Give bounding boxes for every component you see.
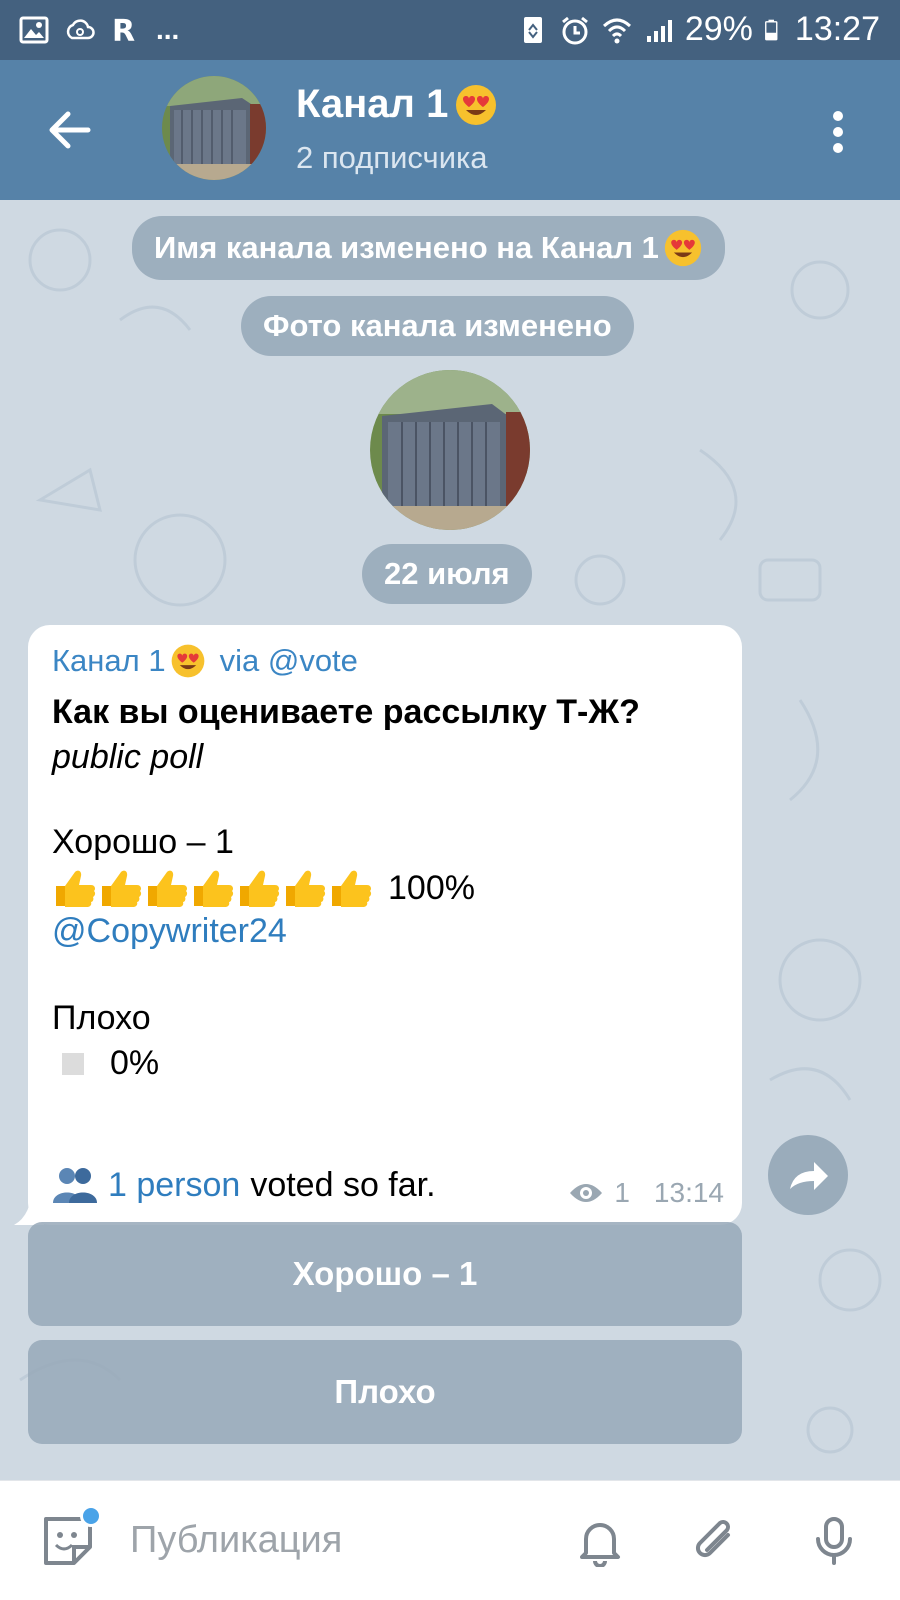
channel-title-text: Канал 1: [296, 82, 449, 126]
app-bar: Канал 1 2 подписчика: [0, 60, 900, 200]
chat-area[interactable]: Имя канала изменено на Канал 1 Фото кана…: [0, 200, 900, 1480]
garage-photo: [370, 370, 530, 530]
poll-option-1-percent: 100%: [388, 868, 475, 907]
message-header: Канал 1 via @vote: [52, 643, 718, 679]
cloud-sync-icon: [66, 19, 95, 40]
service-photo-changed: Фото канала изменено: [241, 296, 634, 356]
battery-percent: 29%: [684, 10, 753, 48]
heart-eyes-emoji-icon: [456, 84, 497, 125]
poll-message[interactable]: Канал 1 via @vote Как вы оцениваете расс…: [28, 625, 742, 1225]
battery-icon: [764, 19, 778, 40]
service-name-changed-text: Имя канала изменено на Канал 1: [154, 230, 659, 265]
voters-count-link[interactable]: 1 person: [108, 1166, 240, 1205]
forward-arrow-icon: [790, 1162, 828, 1190]
poll-option-2-label: Плохо: [52, 999, 151, 1037]
garage-photo: [162, 76, 266, 180]
gallery-icon: [19, 16, 49, 44]
thumbs-up-bar: [52, 866, 374, 910]
voters-suffix: voted so far.: [250, 1165, 436, 1204]
channel-subscribers: 2 подписчика: [296, 140, 488, 175]
message-author[interactable]: Канал 1: [52, 643, 166, 679]
via-bot-link[interactable]: via @vote: [220, 643, 358, 679]
thumbs-up-icon-row: [56, 870, 372, 907]
date-separator: 22 июля: [362, 544, 532, 604]
poll-option-1-label: Хорошо – 1: [52, 823, 234, 861]
empty-bar-square: [62, 1052, 84, 1075]
poll-type: public poll: [52, 738, 204, 776]
heart-eyes-emoji-icon: [171, 644, 204, 678]
back-arrow-icon[interactable]: [44, 104, 96, 156]
compose-bar: Публикация: [0, 1480, 900, 1600]
share-button[interactable]: [768, 1135, 848, 1215]
views-eye-icon: [570, 1184, 603, 1202]
poll-question: Как вы оцениваете рассылку Т-Ж?: [52, 693, 640, 731]
app-r-icon: R: [112, 14, 135, 46]
poll-option-1-bar: 100%: [52, 866, 718, 910]
status-ellipsis: ...: [156, 14, 180, 45]
channel-title[interactable]: Канал 1: [296, 82, 498, 127]
svg-text:R: R: [112, 14, 135, 46]
more-vertical-icon[interactable]: [832, 110, 844, 154]
views-count: 1: [614, 1177, 630, 1208]
poll-option-2-bar: 0%: [52, 1044, 718, 1083]
message-time: 13:14: [653, 1177, 724, 1208]
alarm-icon: [561, 16, 588, 44]
clock: 13:27: [794, 10, 880, 48]
wifi-icon: [602, 18, 631, 43]
poll-footer: 1 person voted so far.: [52, 1165, 436, 1205]
poll-option-2-percent: 0%: [110, 1044, 160, 1082]
service-name-changed: Имя канала изменено на Канал 1: [132, 216, 725, 280]
channel-avatar[interactable]: [162, 76, 266, 180]
status-bar: R ... 29% 13:27: [0, 0, 900, 60]
message-input[interactable]: Публикация: [130, 1519, 342, 1562]
bell-icon[interactable]: [574, 1515, 626, 1567]
battery-saver-icon: [523, 16, 542, 43]
signal-icon: [646, 19, 672, 42]
channel-photo[interactable]: [370, 370, 530, 530]
inline-button-option-1[interactable]: Хорошо – 1: [28, 1222, 742, 1326]
people-icon: [53, 1168, 97, 1203]
attach-paperclip-icon[interactable]: [690, 1515, 742, 1567]
microphone-icon[interactable]: [808, 1515, 860, 1567]
inline-button-option-2[interactable]: Плохо: [28, 1340, 742, 1444]
poll-option-1-voter[interactable]: @Copywriter24: [52, 912, 718, 951]
new-stickers-dot: [80, 1505, 102, 1527]
message-meta: 1 13:14: [568, 1177, 724, 1209]
heart-eyes-emoji-icon: [664, 229, 702, 267]
